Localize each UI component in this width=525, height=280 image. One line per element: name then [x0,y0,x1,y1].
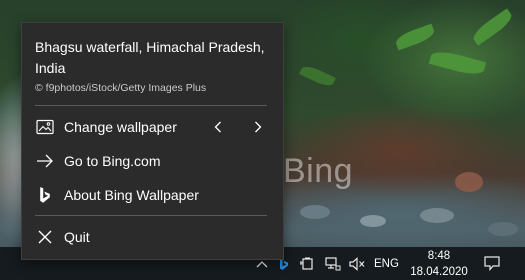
stone [455,172,483,192]
stone [300,205,330,219]
bing-watermark: Bing [283,152,354,190]
about-bing-wallpaper-label: About Bing Wallpaper [64,187,199,203]
quit-item[interactable]: Quit [22,221,283,253]
menu-separator [35,215,267,216]
clock-time: 8:48 [427,249,451,262]
close-icon [34,226,56,248]
wallpaper-icon [34,116,56,138]
fern-leaf [299,63,336,89]
fern-leaf [428,48,487,78]
clock-date: 18.04.2020 [410,265,468,278]
quit-label: Quit [64,229,90,245]
chevron-right-icon[interactable] [248,111,268,143]
change-wallpaper-label: Change wallpaper [64,119,177,135]
language-indicator[interactable]: ENG [374,247,402,280]
menu-separator [35,105,267,106]
fern-leaf [470,8,515,46]
stone [360,215,386,227]
chevron-left-icon[interactable] [208,111,228,143]
stone [420,208,454,223]
fern-leaf [393,23,437,51]
notification-icon[interactable] [480,247,504,280]
change-wallpaper-item[interactable]: Change wallpaper [22,111,283,143]
wallpaper-credit: © f9photos/iStock/Getty Images Plus [35,82,207,94]
about-bing-wallpaper-item[interactable]: About Bing Wallpaper [22,179,283,211]
battery-icon[interactable] [298,247,318,280]
bing-wallpaper-menu: Bhagsu waterfall, Himachal Pradesh, Indi… [21,22,284,260]
stone [488,222,518,236]
bing-logo-icon [34,184,56,206]
volume-muted-icon[interactable] [346,247,368,280]
arrow-right-icon [34,150,56,172]
wallpaper-title: Bhagsu waterfall, Himachal Pradesh, Indi… [35,39,265,76]
go-to-bing-label: Go to Bing.com [64,153,161,169]
taskbar-clock[interactable]: 8:48 18.04.2020 [408,247,470,280]
go-to-bing-item[interactable]: Go to Bing.com [22,145,283,177]
network-icon[interactable] [323,247,343,280]
